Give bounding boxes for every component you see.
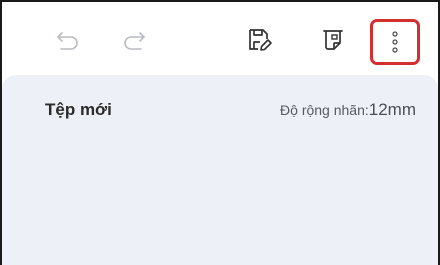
file-title[interactable]: Tệp mới <box>45 100 112 120</box>
undo-icon <box>57 32 78 50</box>
label-print-icon <box>323 30 343 50</box>
more-vertical-icon <box>392 31 398 53</box>
label-width-info[interactable]: Độ rộng nhãn:12mm <box>280 100 416 121</box>
app-window: Tệp mới Độ rộng nhãn:12mm <box>0 0 440 265</box>
save-edit-icon <box>249 29 272 51</box>
redo-button[interactable] <box>120 26 148 54</box>
print-label-button[interactable] <box>319 26 347 54</box>
redo-icon <box>124 32 145 50</box>
save-button[interactable] <box>246 26 274 54</box>
label-width-value: 12mm <box>368 100 416 119</box>
undo-button[interactable] <box>54 26 82 54</box>
more-options-button[interactable] <box>370 19 420 65</box>
label-width-label: Độ rộng nhãn: <box>280 102 369 118</box>
top-toolbar <box>2 2 438 74</box>
